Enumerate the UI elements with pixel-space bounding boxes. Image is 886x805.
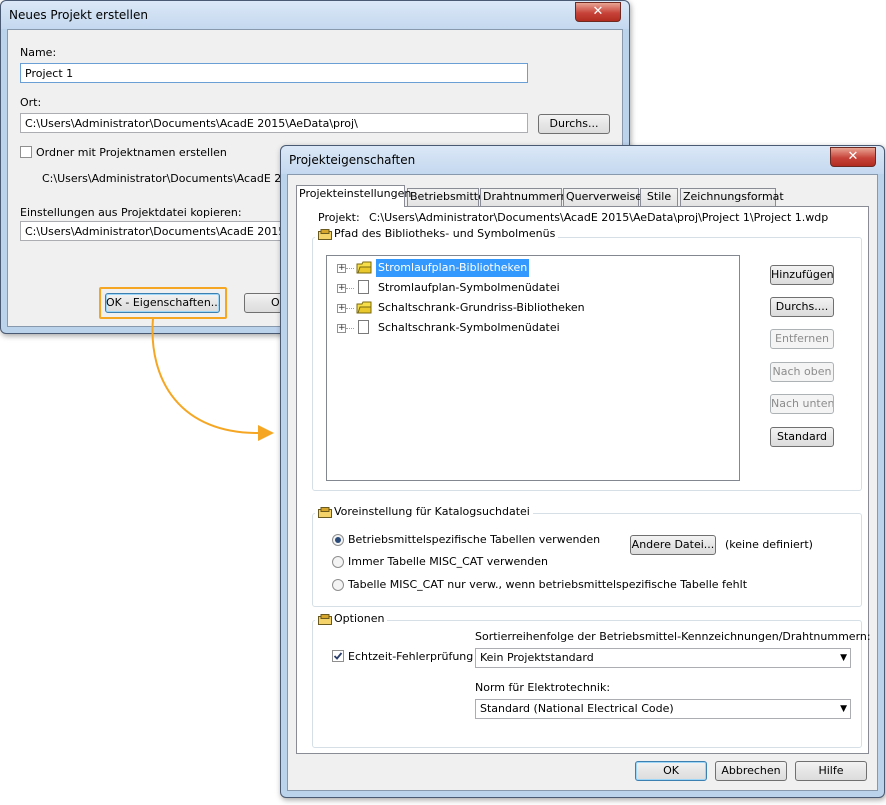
- remove-button[interactable]: Entfernen: [770, 329, 834, 349]
- tree-connector: [346, 268, 354, 269]
- name-label: Name:: [20, 46, 57, 59]
- add-button[interactable]: Hinzufügen: [770, 265, 834, 285]
- tab-equipment[interactable]: Betriebsmittel: [407, 188, 488, 206]
- tree-connector: [346, 288, 354, 289]
- realtime-check-label: Echtzeit-Fehlerprüfung: [348, 650, 474, 663]
- chevron-down-icon: ▼: [840, 653, 847, 663]
- ok-button[interactable]: OK: [635, 761, 707, 781]
- radio-misc-cat-fallback-label: Tabelle MISC_CAT nur verw., wenn betrieb…: [348, 578, 748, 591]
- tab-project-settings[interactable]: Projekteinstellungen: [296, 185, 411, 207]
- other-file-button[interactable]: Andere Datei...: [630, 535, 716, 555]
- move-up-button[interactable]: Nach oben: [770, 362, 834, 382]
- options-group-label: Optionen: [334, 612, 385, 625]
- cancel-button[interactable]: Abbrechen: [715, 761, 787, 781]
- norm-select[interactable]: Standard (National Electrical Code) ▼: [475, 699, 851, 719]
- location-label: Ort:: [20, 96, 42, 109]
- norm-value: Standard (National Electrical Code): [480, 702, 674, 715]
- expand-icon[interactable]: +: [337, 324, 346, 333]
- radio-always-misc-cat-label: Immer Tabelle MISC_CAT verwenden: [348, 555, 548, 568]
- tree-item-panel-libraries[interactable]: Schaltschrank-Grundriss-Bibliotheken: [378, 299, 585, 317]
- document-icon: [358, 280, 369, 294]
- catalog-group-label: Voreinstellung für Katalogsuchdatei: [334, 505, 530, 518]
- name-input[interactable]: Project 1: [20, 63, 528, 83]
- tab-wire-numbers[interactable]: Drahtnummern: [480, 188, 567, 206]
- standard-button[interactable]: Standard: [770, 427, 834, 447]
- realtime-check-checkbox[interactable]: [332, 650, 344, 662]
- connector-arrow: [151, 317, 274, 441]
- group-icon: [318, 228, 332, 240]
- folder-icon: [356, 261, 372, 274]
- close-button[interactable]: ✕: [830, 147, 876, 167]
- browse-button[interactable]: Durchs....: [770, 297, 834, 317]
- folder-checkbox[interactable]: [20, 146, 32, 158]
- project-path: C:\Users\Administrator\Documents\AcadE 2…: [369, 211, 829, 224]
- project-properties-titlebar[interactable]: Projekteigenschaften: [281, 146, 884, 174]
- tree-connector: [346, 328, 354, 329]
- tree-item-panel-menu[interactable]: Schaltschrank-Symbolmenüdatei: [378, 319, 560, 337]
- arrow-line: [151, 317, 263, 435]
- project-properties-client: Projekteinstellungen Betriebsmittel Drah…: [287, 174, 878, 791]
- tab-strip: Projekteinstellungen Betriebsmittel Drah…: [296, 185, 866, 207]
- tree-item-schematic-menu[interactable]: Stromlaufplan-Symbolmenüdatei: [378, 279, 560, 297]
- sort-order-select[interactable]: Kein Projektstandard ▼: [475, 648, 851, 668]
- tab-drawing-format[interactable]: Zeichnungsformat: [680, 188, 784, 206]
- project-label: Projekt:: [318, 211, 360, 224]
- other-file-status: (keine definiert): [725, 538, 813, 551]
- library-tree[interactable]: + Stromlaufplan-Bibliotheken + Stromlauf…: [326, 255, 740, 481]
- location-input[interactable]: C:\Users\Administrator\Documents\AcadE 2…: [20, 113, 528, 133]
- radio-misc-cat-fallback[interactable]: [332, 579, 344, 591]
- expand-icon[interactable]: +: [337, 284, 346, 293]
- folder-checkbox-label: Ordner mit Projektnamen erstellen: [36, 146, 227, 159]
- tree-connector: [346, 308, 354, 309]
- checkmark-icon: [333, 652, 343, 660]
- norm-label: Norm für Elektrotechnik:: [475, 681, 611, 694]
- tab-cross-references[interactable]: Querverweise: [563, 188, 642, 206]
- close-icon: ✕: [847, 149, 859, 164]
- tree-item-schematic-libraries[interactable]: Stromlaufplan-Bibliotheken: [376, 259, 530, 277]
- new-project-title: Neues Projekt erstellen: [9, 8, 148, 22]
- catalog-group-title: Voreinstellung für Katalogsuchdatei: [315, 505, 533, 518]
- help-button[interactable]: Hilfe: [795, 761, 867, 781]
- close-button[interactable]: ✕: [575, 2, 621, 22]
- project-properties-window: Projekteigenschaften ✕ Projekteinstellun…: [280, 145, 885, 798]
- group-icon: [318, 613, 332, 625]
- move-down-button[interactable]: Nach unten: [770, 394, 834, 414]
- sort-order-label: Sortierreihenfolge der Betriebsmittel-Ke…: [475, 630, 871, 643]
- chevron-down-icon: ▼: [840, 704, 847, 714]
- browse-button[interactable]: Durchs...: [538, 114, 610, 134]
- document-icon: [358, 320, 369, 334]
- options-group-title: Optionen: [315, 612, 388, 625]
- copy-settings-label: Einstellungen aus Projektdatei kopieren:: [20, 206, 242, 219]
- project-properties-title: Projekteigenschaften: [289, 153, 416, 167]
- expand-icon[interactable]: +: [337, 264, 346, 273]
- radio-always-misc-cat[interactable]: [332, 556, 344, 568]
- sort-order-value: Kein Projektstandard: [480, 651, 594, 664]
- tab-page: Projekt: C:\Users\Administrator\Document…: [296, 206, 871, 754]
- library-group-title: Pfad des Bibliotheks- und Symbolmenüs: [315, 227, 559, 240]
- close-icon: ✕: [592, 4, 604, 19]
- radio-equipment-tables[interactable]: [332, 534, 344, 546]
- library-group-label: Pfad des Bibliotheks- und Symbolmenüs: [334, 227, 556, 240]
- expand-icon[interactable]: +: [337, 304, 346, 313]
- group-icon: [318, 506, 332, 518]
- tab-styles[interactable]: Stile: [640, 188, 678, 206]
- new-project-titlebar[interactable]: Neues Projekt erstellen: [1, 1, 629, 29]
- radio-equipment-tables-label: Betriebsmittelspezifische Tabellen verwe…: [348, 533, 601, 546]
- arrow-head: [258, 425, 274, 441]
- folder-icon: [356, 301, 372, 314]
